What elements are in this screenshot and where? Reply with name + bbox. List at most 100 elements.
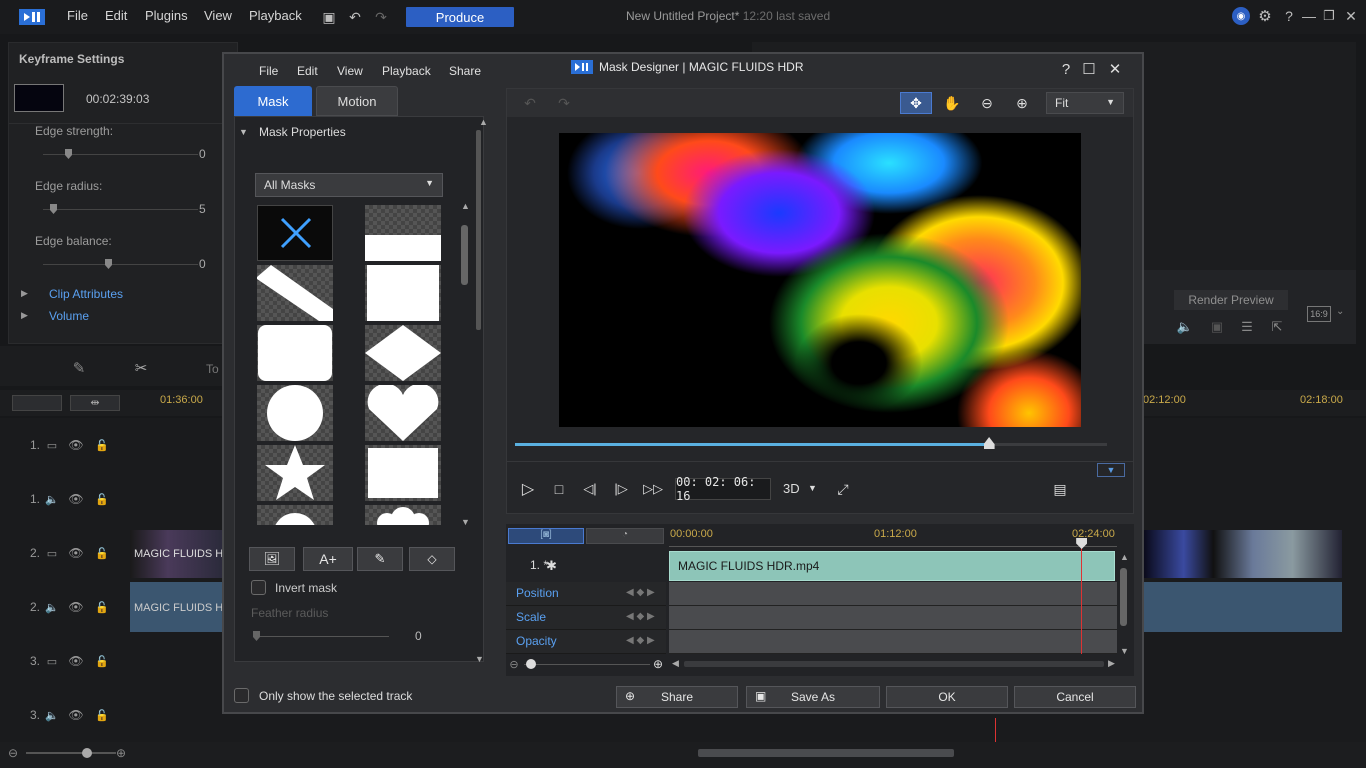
view-toggle-clip[interactable]: ◔ xyxy=(586,528,664,544)
menu-playback[interactable]: Playback xyxy=(249,8,302,23)
clip-attributes-section[interactable]: Clip Attributes xyxy=(49,287,123,301)
aspect-ratio-select[interactable]: 16:9 xyxy=(1307,306,1331,322)
lock-icon[interactable]: 🔓 xyxy=(94,707,110,723)
help-icon[interactable]: ? xyxy=(1058,60,1074,78)
dialog-menu-view[interactable]: View xyxy=(337,64,363,78)
scroll-down-icon[interactable]: ▼ xyxy=(1120,646,1129,656)
eye-icon[interactable]: 👁 xyxy=(68,491,84,507)
scroll-up-icon[interactable]: ▲ xyxy=(1120,552,1129,562)
mask-grid-scrollbar[interactable] xyxy=(461,225,468,285)
zoom-slider-knob[interactable] xyxy=(82,748,92,758)
property-track[interactable] xyxy=(669,582,1117,606)
edge-radius-slider[interactable] xyxy=(43,209,198,210)
mask-sunburst[interactable] xyxy=(257,505,333,525)
notification-icon[interactable]: ◉ xyxy=(1232,7,1250,25)
edge-radius-knob[interactable] xyxy=(50,204,57,214)
left-pane-scrollbar[interactable] xyxy=(476,130,481,330)
horizontal-scrollbar[interactable] xyxy=(698,749,954,757)
lock-icon[interactable]: 🔓 xyxy=(94,653,110,669)
close-icon[interactable]: ✕ xyxy=(1106,60,1124,78)
ok-button[interactable]: OK xyxy=(886,686,1008,708)
dialog-menu-edit[interactable]: Edit xyxy=(297,64,318,78)
save-icon[interactable]: ▣ xyxy=(320,8,338,26)
safe-zone-icon[interactable]: ▤ xyxy=(1049,479,1071,499)
produce-button[interactable]: Produce xyxy=(406,7,514,27)
scroll-right-icon[interactable]: ▶ xyxy=(1108,658,1115,669)
maximize-icon[interactable]: ☐ xyxy=(1080,60,1098,78)
mask-banner[interactable] xyxy=(365,205,441,261)
help-icon[interactable]: ? xyxy=(1280,7,1298,25)
keyframe-nav-icon[interactable]: ◀ ◆ ▶ xyxy=(626,611,655,622)
fullscreen-icon[interactable]: ⤢ xyxy=(833,479,853,499)
feather-radius-knob[interactable] xyxy=(253,631,260,641)
video-clip[interactable]: MAGIC FLUIDS H xyxy=(130,530,224,578)
expand-arrow-icon[interactable]: ▶ xyxy=(21,288,28,299)
audio-clip[interactable]: MAGIC FLUIDS H xyxy=(130,582,224,632)
fast-forward-icon[interactable]: ▷▷ xyxy=(641,479,665,499)
scroll-down-icon[interactable]: ▼ xyxy=(475,654,484,664)
mask-stamp[interactable] xyxy=(365,445,441,501)
dialog-menu-share[interactable]: Share xyxy=(449,64,481,78)
play-icon[interactable]: ▷ xyxy=(518,479,538,499)
menu-edit[interactable]: Edit xyxy=(105,8,127,23)
keyframe-nav-icon[interactable]: ◀ ◆ ▶ xyxy=(626,587,655,598)
dialog-menu-file[interactable]: File xyxy=(259,64,278,78)
volume-section[interactable]: Volume xyxy=(49,309,89,323)
scroll-left-icon[interactable]: ◀ xyxy=(672,658,679,669)
scroll-up-icon[interactable]: ▲ xyxy=(479,117,488,127)
feather-radius-slider[interactable] xyxy=(255,636,389,637)
pen-icon[interactable]: ✎ xyxy=(68,358,90,378)
audio-clip[interactable] xyxy=(1144,582,1342,632)
track-manager-icon[interactable] xyxy=(12,395,62,411)
eye-icon[interactable]: 👁 xyxy=(68,707,84,723)
render-preview-button[interactable]: Render Preview xyxy=(1174,290,1288,310)
save-as-button[interactable]: ▣ Save As xyxy=(746,686,880,708)
tab-mask[interactable]: Mask xyxy=(234,86,312,116)
zoom-out-icon[interactable]: ⊖ xyxy=(508,658,520,671)
property-track[interactable] xyxy=(669,606,1117,630)
invert-mask-checkbox[interactable] xyxy=(251,580,266,595)
settings-gear-icon[interactable]: ⚙ xyxy=(1256,7,1274,25)
timecode-display[interactable]: 00: 02: 06: 16 xyxy=(675,475,771,503)
eye-icon[interactable]: 👁 xyxy=(68,653,84,669)
restore-icon[interactable]: ❐ xyxy=(1320,7,1338,25)
shape-tool-button[interactable]: ◇ xyxy=(409,547,455,571)
stop-icon[interactable]: □ xyxy=(549,479,569,499)
undo-icon[interactable]: ↶ xyxy=(521,94,539,112)
mask-cloud[interactable] xyxy=(365,505,441,525)
zoom-out-icon[interactable]: ⊖ xyxy=(977,94,997,112)
scissors-icon[interactable]: ✂ xyxy=(130,358,152,378)
redo-icon[interactable]: ↷ xyxy=(372,8,390,26)
chevron-down-icon[interactable]: ⌄ xyxy=(1336,306,1344,317)
image-mask-button[interactable]: 🖼 xyxy=(249,547,295,571)
lock-icon[interactable]: 🔓 xyxy=(94,545,110,561)
collapse-arrow-icon[interactable]: ▼ xyxy=(239,127,248,137)
previous-frame-icon[interactable]: ◁| xyxy=(580,479,600,499)
zoom-in-icon[interactable]: ⊕ xyxy=(1012,94,1032,112)
menu-view[interactable]: View xyxy=(204,8,232,23)
tab-motion[interactable]: Motion xyxy=(316,86,398,116)
volume-icon[interactable]: 🔈 xyxy=(1176,318,1194,336)
lock-icon[interactable]: 🔓 xyxy=(94,437,110,453)
video-clip[interactable] xyxy=(1144,530,1342,578)
redo-icon[interactable]: ↷ xyxy=(555,94,573,112)
3d-mode-select[interactable]: 3D xyxy=(783,481,800,496)
zoom-out-icon[interactable]: ⊖ xyxy=(6,746,20,760)
mask-star[interactable] xyxy=(257,445,333,501)
share-button[interactable]: ⊕ Share xyxy=(616,686,738,708)
zoom-level-select[interactable]: Fit ▼ xyxy=(1046,92,1124,114)
expand-panel-button[interactable]: ▼ xyxy=(1097,463,1125,477)
brush-mask-button[interactable]: ✎ xyxy=(357,547,403,571)
eye-icon[interactable]: 👁 xyxy=(68,545,84,561)
mask-heart[interactable] xyxy=(365,385,441,441)
chevron-down-icon[interactable]: ▼ xyxy=(808,483,817,493)
menu-plugins[interactable]: Plugins xyxy=(145,8,188,23)
keyframe-vscrollbar[interactable] xyxy=(1120,568,1127,626)
only-selected-track-checkbox[interactable] xyxy=(234,688,249,703)
keyframe-playhead-handle[interactable] xyxy=(1076,538,1088,549)
close-icon[interactable]: ✕ xyxy=(1342,7,1360,25)
menu-file[interactable]: File xyxy=(67,8,88,23)
mask-none[interactable] xyxy=(257,205,333,261)
fit-timeline-icon[interactable]: ⇹ xyxy=(70,395,120,411)
expand-arrow-icon[interactable]: ▶ xyxy=(21,310,28,321)
